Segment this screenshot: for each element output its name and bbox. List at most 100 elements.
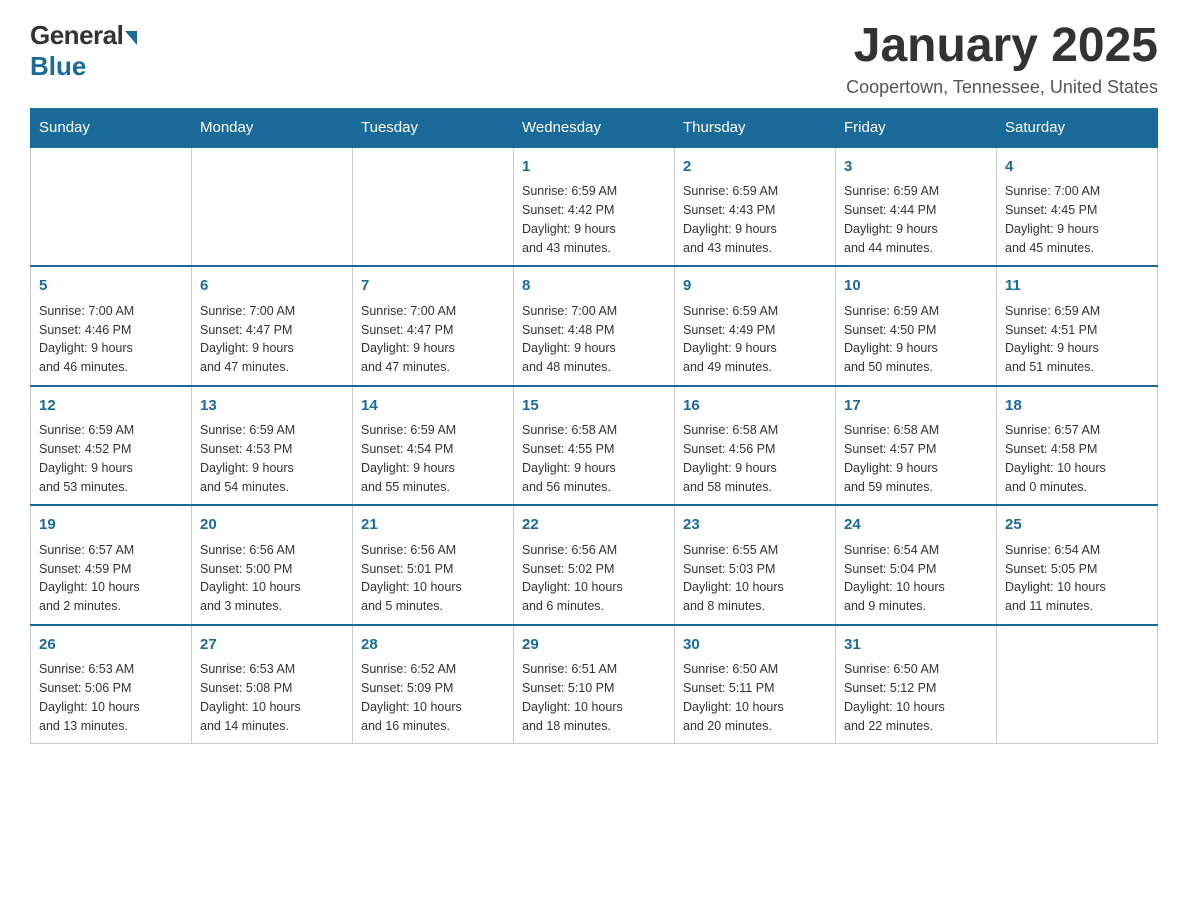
calendar-cell-5-1: 26 Sunrise: 6:53 AMSunset: 5:06 PMDayligh… bbox=[31, 625, 192, 744]
calendar-cell-3-1: 12 Sunrise: 6:59 AMSunset: 4:52 PMDayligh… bbox=[31, 386, 192, 506]
calendar-cell-5-3: 28Sunrise: 6:52 AMSunset: 5:09 PMDayligh… bbox=[353, 625, 514, 744]
calendar-cell-4-6: 24 Sunrise: 6:54 AMSunset: 5:04 PMDayligh… bbox=[836, 505, 997, 625]
day-info: Sunrise: 7:00 AMSunset: 4:47 PMDaylight:… bbox=[361, 302, 505, 377]
logo-arrow-icon bbox=[125, 31, 137, 45]
day-info: Sunrise: 6:59 AMSunset: 4:52 PMDaylight:… bbox=[39, 421, 183, 496]
day-info: Sunrise: 6:53 AMSunset: 5:08 PMDaylight:… bbox=[200, 660, 344, 735]
calendar-week-1: 1 Sunrise: 6:59 AMSunset: 4:42 PMDaylight… bbox=[31, 147, 1158, 267]
calendar-cell-3-6: 17 Sunrise: 6:58 AMSunset: 4:57 PMDayligh… bbox=[836, 386, 997, 506]
day-info: Sunrise: 6:59 AMSunset: 4:49 PMDaylight:… bbox=[683, 302, 827, 377]
logo-general-text: General bbox=[30, 20, 123, 51]
day-number: 30 bbox=[683, 634, 827, 657]
calendar-cell-5-6: 31 Sunrise: 6:50 AMSunset: 5:12 PMDayligh… bbox=[836, 625, 997, 744]
calendar-cell-2-4: 8 Sunrise: 7:00 AMSunset: 4:48 PMDaylight… bbox=[514, 266, 675, 386]
calendar-header-monday: Monday bbox=[192, 108, 353, 147]
logo: General Blue bbox=[30, 20, 137, 82]
day-info: Sunrise: 6:59 AMSunset: 4:51 PMDaylight:… bbox=[1005, 302, 1149, 377]
calendar-week-5: 26 Sunrise: 6:53 AMSunset: 5:06 PMDayligh… bbox=[31, 625, 1158, 744]
calendar-cell-2-5: 9 Sunrise: 6:59 AMSunset: 4:49 PMDaylight… bbox=[675, 266, 836, 386]
day-number: 5 bbox=[39, 275, 183, 298]
day-number: 24 bbox=[844, 514, 988, 537]
calendar-cell-3-5: 16Sunrise: 6:58 AMSunset: 4:56 PMDayligh… bbox=[675, 386, 836, 506]
day-number: 31 bbox=[844, 634, 988, 657]
day-number: 18 bbox=[1005, 395, 1149, 418]
calendar-header-sunday: Sunday bbox=[31, 108, 192, 147]
day-number: 3 bbox=[844, 156, 988, 179]
calendar-header-row: SundayMondayTuesdayWednesdayThursdayFrid… bbox=[31, 108, 1158, 147]
day-info: Sunrise: 6:59 AMSunset: 4:44 PMDaylight:… bbox=[844, 182, 988, 257]
day-info: Sunrise: 6:56 AMSunset: 5:00 PMDaylight:… bbox=[200, 541, 344, 616]
calendar-header-friday: Friday bbox=[836, 108, 997, 147]
day-number: 9 bbox=[683, 275, 827, 298]
day-number: 1 bbox=[522, 156, 666, 179]
calendar-cell-4-2: 20 Sunrise: 6:56 AMSunset: 5:00 PMDayligh… bbox=[192, 505, 353, 625]
day-info: Sunrise: 6:59 AMSunset: 4:43 PMDaylight:… bbox=[683, 182, 827, 257]
day-info: Sunrise: 6:54 AMSunset: 5:04 PMDaylight:… bbox=[844, 541, 988, 616]
day-info: Sunrise: 6:59 AMSunset: 4:53 PMDaylight:… bbox=[200, 421, 344, 496]
day-info: Sunrise: 6:59 AMSunset: 4:42 PMDaylight:… bbox=[522, 182, 666, 257]
calendar-week-2: 5Sunrise: 7:00 AMSunset: 4:46 PMDaylight… bbox=[31, 266, 1158, 386]
day-number: 20 bbox=[200, 514, 344, 537]
day-number: 10 bbox=[844, 275, 988, 298]
calendar-cell-5-7 bbox=[997, 625, 1158, 744]
calendar-cell-3-3: 14Sunrise: 6:59 AMSunset: 4:54 PMDayligh… bbox=[353, 386, 514, 506]
day-number: 8 bbox=[522, 275, 666, 298]
day-info: Sunrise: 6:59 AMSunset: 4:50 PMDaylight:… bbox=[844, 302, 988, 377]
day-number: 14 bbox=[361, 395, 505, 418]
day-number: 13 bbox=[200, 395, 344, 418]
calendar-cell-4-4: 22 Sunrise: 6:56 AMSunset: 5:02 PMDayligh… bbox=[514, 505, 675, 625]
day-number: 17 bbox=[844, 395, 988, 418]
calendar-cell-3-2: 13 Sunrise: 6:59 AMSunset: 4:53 PMDayligh… bbox=[192, 386, 353, 506]
day-info: Sunrise: 6:54 AMSunset: 5:05 PMDaylight:… bbox=[1005, 541, 1149, 616]
day-number: 15 bbox=[522, 395, 666, 418]
calendar-cell-1-5: 2 Sunrise: 6:59 AMSunset: 4:43 PMDaylight… bbox=[675, 147, 836, 267]
calendar-week-3: 12 Sunrise: 6:59 AMSunset: 4:52 PMDayligh… bbox=[31, 386, 1158, 506]
calendar-cell-4-3: 21Sunrise: 6:56 AMSunset: 5:01 PMDayligh… bbox=[353, 505, 514, 625]
calendar-cell-2-2: 6 Sunrise: 7:00 AMSunset: 4:47 PMDaylight… bbox=[192, 266, 353, 386]
calendar-cell-1-4: 1 Sunrise: 6:59 AMSunset: 4:42 PMDaylight… bbox=[514, 147, 675, 267]
day-number: 11 bbox=[1005, 275, 1149, 298]
day-number: 6 bbox=[200, 275, 344, 298]
calendar-cell-2-1: 5Sunrise: 7:00 AMSunset: 4:46 PMDaylight… bbox=[31, 266, 192, 386]
calendar-cell-3-4: 15 Sunrise: 6:58 AMSunset: 4:55 PMDayligh… bbox=[514, 386, 675, 506]
day-number: 2 bbox=[683, 156, 827, 179]
day-info: Sunrise: 6:51 AMSunset: 5:10 PMDaylight:… bbox=[522, 660, 666, 735]
day-info: Sunrise: 6:55 AMSunset: 5:03 PMDaylight:… bbox=[683, 541, 827, 616]
day-info: Sunrise: 7:00 AMSunset: 4:48 PMDaylight:… bbox=[522, 302, 666, 377]
day-info: Sunrise: 6:57 AMSunset: 4:59 PMDaylight:… bbox=[39, 541, 183, 616]
day-info: Sunrise: 6:50 AMSunset: 5:11 PMDaylight:… bbox=[683, 660, 827, 735]
calendar-cell-5-4: 29Sunrise: 6:51 AMSunset: 5:10 PMDayligh… bbox=[514, 625, 675, 744]
day-info: Sunrise: 6:58 AMSunset: 4:57 PMDaylight:… bbox=[844, 421, 988, 496]
day-number: 23 bbox=[683, 514, 827, 537]
day-info: Sunrise: 6:56 AMSunset: 5:02 PMDaylight:… bbox=[522, 541, 666, 616]
day-number: 7 bbox=[361, 275, 505, 298]
day-info: Sunrise: 6:58 AMSunset: 4:55 PMDaylight:… bbox=[522, 421, 666, 496]
day-info: Sunrise: 6:53 AMSunset: 5:06 PMDaylight:… bbox=[39, 660, 183, 735]
calendar-header-wednesday: Wednesday bbox=[514, 108, 675, 147]
logo-blue-text: Blue bbox=[30, 51, 86, 82]
calendar-cell-1-2 bbox=[192, 147, 353, 267]
day-number: 19 bbox=[39, 514, 183, 537]
day-number: 12 bbox=[39, 395, 183, 418]
calendar-cell-5-2: 27Sunrise: 6:53 AMSunset: 5:08 PMDayligh… bbox=[192, 625, 353, 744]
calendar-cell-1-1 bbox=[31, 147, 192, 267]
calendar-cell-1-6: 3 Sunrise: 6:59 AMSunset: 4:44 PMDaylight… bbox=[836, 147, 997, 267]
page-header: General Blue January 2025 Coopertown, Te… bbox=[30, 20, 1158, 98]
day-number: 22 bbox=[522, 514, 666, 537]
calendar-cell-2-3: 7 Sunrise: 7:00 AMSunset: 4:47 PMDaylight… bbox=[353, 266, 514, 386]
day-number: 25 bbox=[1005, 514, 1149, 537]
calendar-cell-2-6: 10 Sunrise: 6:59 AMSunset: 4:50 PMDayligh… bbox=[836, 266, 997, 386]
day-info: Sunrise: 6:50 AMSunset: 5:12 PMDaylight:… bbox=[844, 660, 988, 735]
calendar-cell-4-7: 25 Sunrise: 6:54 AMSunset: 5:05 PMDayligh… bbox=[997, 505, 1158, 625]
day-info: Sunrise: 7:00 AMSunset: 4:47 PMDaylight:… bbox=[200, 302, 344, 377]
calendar-cell-1-7: 4Sunrise: 7:00 AMSunset: 4:45 PMDaylight… bbox=[997, 147, 1158, 267]
calendar-cell-1-3 bbox=[353, 147, 514, 267]
month-title: January 2025 bbox=[846, 20, 1158, 73]
day-info: Sunrise: 6:57 AMSunset: 4:58 PMDaylight:… bbox=[1005, 421, 1149, 496]
calendar-week-4: 19 Sunrise: 6:57 AMSunset: 4:59 PMDayligh… bbox=[31, 505, 1158, 625]
day-info: Sunrise: 6:58 AMSunset: 4:56 PMDaylight:… bbox=[683, 421, 827, 496]
day-number: 26 bbox=[39, 634, 183, 657]
calendar-cell-4-1: 19 Sunrise: 6:57 AMSunset: 4:59 PMDayligh… bbox=[31, 505, 192, 625]
calendar-table: SundayMondayTuesdayWednesdayThursdayFrid… bbox=[30, 108, 1158, 745]
day-info: Sunrise: 6:52 AMSunset: 5:09 PMDaylight:… bbox=[361, 660, 505, 735]
